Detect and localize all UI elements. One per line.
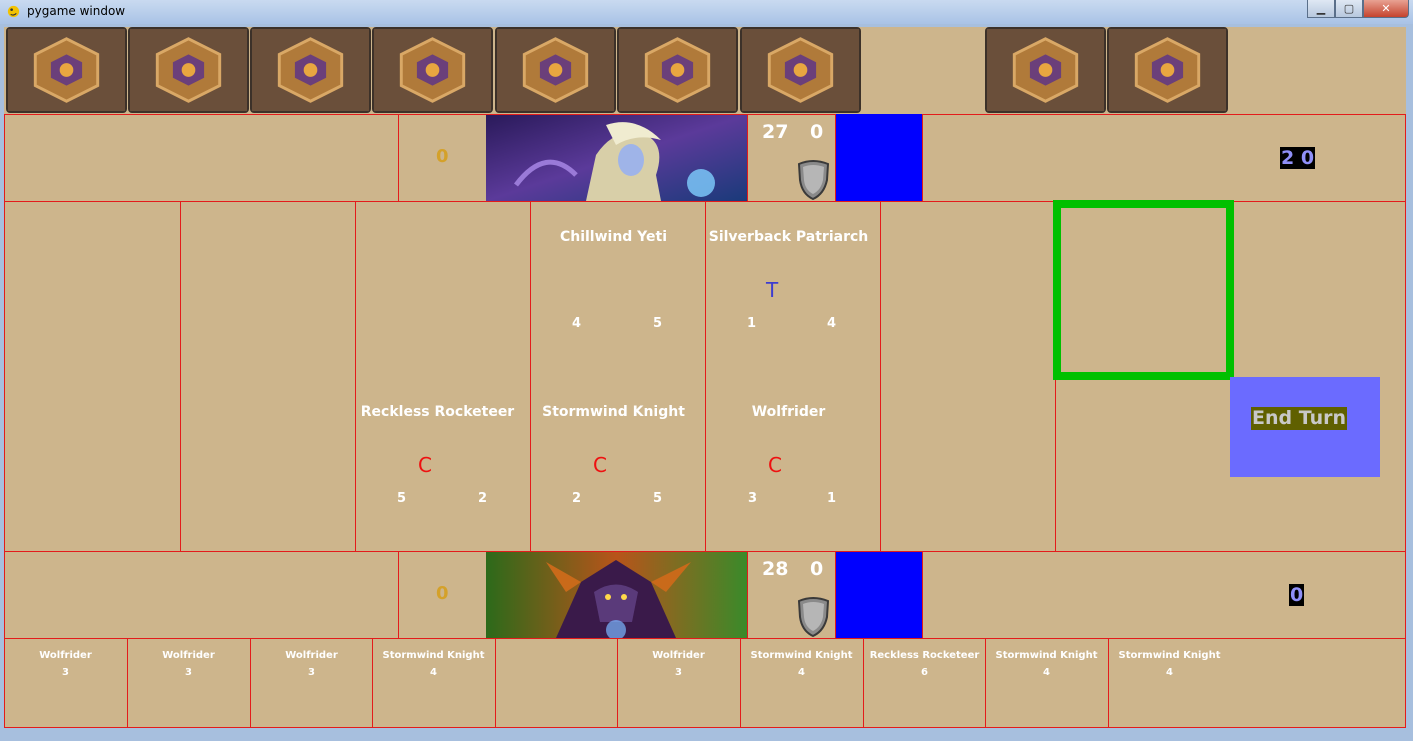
- opponent-mana-bar: [836, 114, 923, 201]
- minion-name: Silverback Patriarch: [708, 229, 869, 245]
- charge-marker: C: [418, 453, 432, 477]
- shield-icon: [797, 160, 830, 200]
- opponent-info-cell: [4, 114, 399, 202]
- player-gold: 0: [436, 583, 449, 604]
- selection-box: [1053, 200, 1234, 380]
- player-armor: 0: [810, 558, 824, 580]
- hand-card-name: Stormwind Knight: [382, 650, 485, 661]
- opponent-counter-cell: [922, 114, 1406, 202]
- hand-card-name: Stormwind Knight: [750, 650, 853, 661]
- hand-card-name: Wolfrider: [39, 650, 92, 661]
- deck-card-back: [985, 27, 1106, 113]
- player-hero-cell: [486, 551, 748, 639]
- hand-card-cost: 4: [798, 667, 805, 678]
- minimize-button[interactable]: ▁: [1307, 0, 1335, 18]
- board-slot: [4, 201, 181, 552]
- minion-attack: 1: [747, 316, 757, 331]
- title-bar: pygame window ▁ ▢ ✕: [0, 0, 1413, 24]
- opponent-gold: 0: [436, 146, 449, 167]
- opponent-card-back: [372, 27, 493, 113]
- charge-marker: C: [768, 453, 782, 477]
- board-slot: [530, 201, 706, 552]
- player-info-cell: [4, 551, 399, 639]
- hand-card-cost: 3: [185, 667, 192, 678]
- hand-card-name: Wolfrider: [162, 650, 215, 661]
- hand-card-cost: 3: [675, 667, 682, 678]
- minion-health: 2: [478, 491, 488, 506]
- opponent-armor: 0: [810, 121, 824, 143]
- player-counter-cell: [922, 551, 1406, 639]
- minion-health: 5: [653, 491, 663, 506]
- hand-card-name: Stormwind Knight: [1118, 650, 1221, 661]
- close-button[interactable]: ✕: [1363, 0, 1409, 18]
- charge-marker: C: [593, 453, 607, 477]
- hand-card-name: Wolfrider: [652, 650, 705, 661]
- game-area: 0 27 0 2 0 Chillwind Yeti 4 5 Silverback…: [4, 27, 1406, 728]
- minion-health: 5: [653, 316, 663, 331]
- player-health: 28: [762, 558, 789, 580]
- board-slot: [180, 201, 356, 552]
- board-slot: [705, 201, 881, 552]
- shield-icon: [797, 597, 830, 637]
- maximize-button[interactable]: ▢: [1335, 0, 1363, 18]
- opponent-counter: 2 0: [1280, 147, 1316, 169]
- minion-name: Stormwind Knight: [542, 404, 685, 420]
- opponent-card-back: [6, 27, 127, 113]
- opponent-card-back: [495, 27, 616, 113]
- opponent-card-back: [250, 27, 371, 113]
- minion-attack: 5: [397, 491, 407, 506]
- opponent-hero-cell: [486, 114, 748, 202]
- hand-card-cost: 4: [430, 667, 437, 678]
- minion-name: Wolfrider: [751, 404, 826, 420]
- hand-card-cost: 3: [308, 667, 315, 678]
- minion-health: 1: [827, 491, 837, 506]
- hand-card-cost: 3: [62, 667, 69, 678]
- opponent-card-back: [617, 27, 738, 113]
- minion-attack: 2: [572, 491, 582, 506]
- board-slot: [880, 201, 1056, 552]
- player-counter: 0: [1289, 584, 1305, 606]
- taunt-marker: T: [766, 278, 779, 302]
- opponent-card-back: [740, 27, 861, 113]
- hand-card-name: Wolfrider: [285, 650, 338, 661]
- deck-card-back: [1107, 27, 1228, 113]
- minion-attack: 4: [572, 316, 582, 331]
- hand-card-cost: 4: [1043, 667, 1050, 678]
- hand-card-name: Reckless Rocketeer: [869, 650, 980, 661]
- hand-card-empty[interactable]: [495, 638, 618, 728]
- minion-attack: 3: [748, 491, 758, 506]
- minion-name: Reckless Rocketeer: [360, 404, 515, 420]
- pygame-snake-icon: [7, 5, 20, 18]
- minion-name: Chillwind Yeti: [559, 229, 668, 245]
- end-turn-button[interactable]: End Turn: [1230, 377, 1380, 477]
- board-slot: [355, 201, 531, 552]
- hand-card-cost: 4: [1166, 667, 1173, 678]
- end-turn-label: End Turn: [1251, 407, 1348, 430]
- player-mana-bar: [836, 552, 923, 639]
- minion-health: 4: [827, 316, 837, 331]
- window-title: pygame window: [27, 4, 126, 18]
- opponent-card-back: [128, 27, 249, 113]
- hand-card-name: Stormwind Knight: [995, 650, 1098, 661]
- hand-card-cost: 6: [921, 667, 928, 678]
- opponent-health: 27: [762, 121, 789, 143]
